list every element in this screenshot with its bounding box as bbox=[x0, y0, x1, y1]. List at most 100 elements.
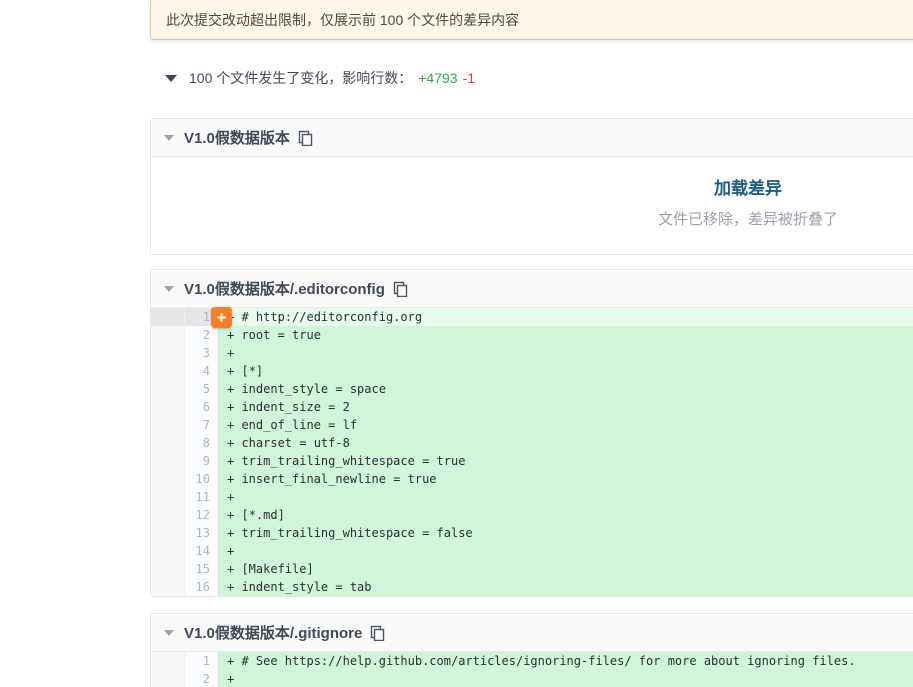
file-header-editorconfig[interactable]: V1.0假数据版本/.editorconfig bbox=[151, 270, 913, 308]
collapsed-diff-body: 加载差异 文件已移除，差异被折叠了 bbox=[151, 157, 913, 254]
diff-line-content: + bbox=[219, 344, 913, 362]
collapse-triangle-icon[interactable] bbox=[164, 286, 174, 292]
diff-line: 15+ [Makefile] bbox=[151, 560, 913, 578]
diff-line: 1+ # http://editorconfig.org+ bbox=[151, 308, 913, 326]
limit-warning-banner: 此次提交改动超出限制，仅展示前 100 个文件的差异内容 bbox=[150, 0, 913, 40]
diff-line: 5+ indent_style = space bbox=[151, 380, 913, 398]
diff-line-content: + trim_trailing_whitespace = true bbox=[219, 452, 913, 470]
file-panel-gitignore: V1.0假数据版本/.gitignore 1+ # See https://he… bbox=[150, 613, 913, 687]
file-panel-editorconfig: V1.0假数据版本/.editorconfig 1+ # http://edit… bbox=[150, 269, 913, 597]
new-line-number-cell: 11 bbox=[185, 488, 219, 506]
diff-line-content: + end_of_line = lf bbox=[219, 416, 913, 434]
copy-path-icon[interactable] bbox=[298, 130, 313, 146]
diff-line-content: + # http://editorconfig.org bbox=[219, 308, 913, 326]
file-panel-v1-root: V1.0假数据版本 加载差异 文件已移除，差异被折叠了 bbox=[150, 118, 913, 255]
new-line-number-cell: 10 bbox=[185, 470, 219, 488]
file-title: V1.0假数据版本/.gitignore bbox=[184, 622, 362, 643]
old-line-number-cell bbox=[151, 578, 185, 596]
old-line-number-cell bbox=[151, 452, 185, 470]
diff-line: 16+ indent_style = tab bbox=[151, 578, 913, 596]
collapse-triangle-icon[interactable] bbox=[164, 135, 174, 141]
diff-line-content: + [*.md] bbox=[219, 506, 913, 524]
diff-line-content: + indent_size = 2 bbox=[219, 398, 913, 416]
diff-line-content: + [Makefile] bbox=[219, 560, 913, 578]
collapse-all-triangle-icon[interactable] bbox=[165, 75, 177, 82]
diff-table: 1+ # See https://help.github.com/article… bbox=[151, 652, 913, 687]
diff-line-content: + bbox=[219, 488, 913, 506]
diff-table: 1+ # http://editorconfig.org+2+ root = t… bbox=[151, 308, 913, 596]
new-line-number-cell: 9 bbox=[185, 452, 219, 470]
file-header-gitignore[interactable]: V1.0假数据版本/.gitignore bbox=[151, 614, 913, 652]
collapse-triangle-icon[interactable] bbox=[164, 630, 174, 636]
diff-line: 6+ indent_size = 2 bbox=[151, 398, 913, 416]
new-line-number-cell: 13 bbox=[185, 524, 219, 542]
file-title: V1.0假数据版本 bbox=[184, 127, 290, 148]
old-line-number-cell bbox=[151, 380, 185, 398]
new-line-number-cell: 6 bbox=[185, 398, 219, 416]
diff-line-content: + indent_style = tab bbox=[219, 578, 913, 596]
old-line-number-cell bbox=[151, 670, 185, 687]
copy-path-icon[interactable] bbox=[393, 281, 408, 297]
diff-view-column: 此次提交改动超出限制，仅展示前 100 个文件的差异内容 100 个文件发生了变… bbox=[150, 0, 913, 687]
old-line-number-cell bbox=[151, 506, 185, 524]
load-diff-link[interactable]: 加载差异 bbox=[714, 174, 782, 199]
old-line-number-cell bbox=[151, 560, 185, 578]
diff-line-content: + [*] bbox=[219, 362, 913, 380]
new-line-number-cell: 7 bbox=[185, 416, 219, 434]
new-line-number-cell: 16 bbox=[185, 578, 219, 596]
file-title: V1.0假数据版本/.editorconfig bbox=[184, 278, 385, 299]
diff-line: 1+ # See https://help.github.com/article… bbox=[151, 652, 913, 670]
new-line-number-cell: 14 bbox=[185, 542, 219, 560]
diff-line-content: + indent_style = space bbox=[219, 380, 913, 398]
diff-line: 11+ bbox=[151, 488, 913, 506]
old-line-number-cell bbox=[151, 542, 185, 560]
additions-count: +4793 bbox=[418, 70, 457, 86]
file-removed-message: 文件已移除，差异被折叠了 bbox=[151, 208, 913, 229]
diff-line: 14+ bbox=[151, 542, 913, 560]
old-line-number-cell bbox=[151, 434, 185, 452]
diff-line-content: + bbox=[219, 670, 913, 687]
copy-path-icon[interactable] bbox=[370, 625, 385, 641]
new-line-number-cell: 12 bbox=[185, 506, 219, 524]
new-line-number-cell: 2 bbox=[185, 670, 219, 687]
old-line-number-cell bbox=[151, 362, 185, 380]
limit-warning-text: 此次提交改动超出限制，仅展示前 100 个文件的差异内容 bbox=[166, 10, 519, 30]
old-line-number-cell bbox=[151, 344, 185, 362]
old-line-number-cell bbox=[151, 524, 185, 542]
file-header-v1-root[interactable]: V1.0假数据版本 bbox=[151, 119, 913, 157]
diff-line-content: + trim_trailing_whitespace = false bbox=[219, 524, 913, 542]
new-line-number-cell: 5 bbox=[185, 380, 219, 398]
diff-line: 12+ [*.md] bbox=[151, 506, 913, 524]
old-line-number-cell bbox=[151, 308, 185, 326]
old-line-number-cell bbox=[151, 416, 185, 434]
change-summary-row: 100 个文件发生了变化，影响行数： +4793 -1 bbox=[150, 68, 913, 88]
old-line-number-cell bbox=[151, 326, 185, 344]
old-line-number-cell bbox=[151, 488, 185, 506]
new-line-number-cell: 4 bbox=[185, 362, 219, 380]
diff-line: 2+ root = true bbox=[151, 326, 913, 344]
new-line-number-cell: 15 bbox=[185, 560, 219, 578]
new-line-number-cell: 2 bbox=[185, 326, 219, 344]
diff-line: 4+ [*] bbox=[151, 362, 913, 380]
old-line-number-cell bbox=[151, 398, 185, 416]
diff-line: 8+ charset = utf-8 bbox=[151, 434, 913, 452]
new-line-number-cell: 8 bbox=[185, 434, 219, 452]
deletions-count: -1 bbox=[463, 70, 475, 86]
diff-line-content: + # See https://help.github.com/articles… bbox=[219, 652, 913, 670]
new-line-number-cell: 3 bbox=[185, 344, 219, 362]
diff-line: 3+ bbox=[151, 344, 913, 362]
old-line-number-cell bbox=[151, 652, 185, 670]
diff-line-content: + bbox=[219, 542, 913, 560]
diff-line: 2+ bbox=[151, 670, 913, 687]
diff-line-content: + charset = utf-8 bbox=[219, 434, 913, 452]
diff-line: 13+ trim_trailing_whitespace = false bbox=[151, 524, 913, 542]
diff-line-content: + root = true bbox=[219, 326, 913, 344]
diff-line: 9+ trim_trailing_whitespace = true bbox=[151, 452, 913, 470]
add-comment-button[interactable]: + bbox=[211, 307, 232, 328]
new-line-number-cell: 1 bbox=[185, 652, 219, 670]
diff-line: 10+ insert_final_newline = true bbox=[151, 470, 913, 488]
change-summary-text: 100 个文件发生了变化，影响行数： bbox=[189, 68, 412, 88]
diff-line-content: + insert_final_newline = true bbox=[219, 470, 913, 488]
diff-line: 7+ end_of_line = lf bbox=[151, 416, 913, 434]
old-line-number-cell bbox=[151, 470, 185, 488]
